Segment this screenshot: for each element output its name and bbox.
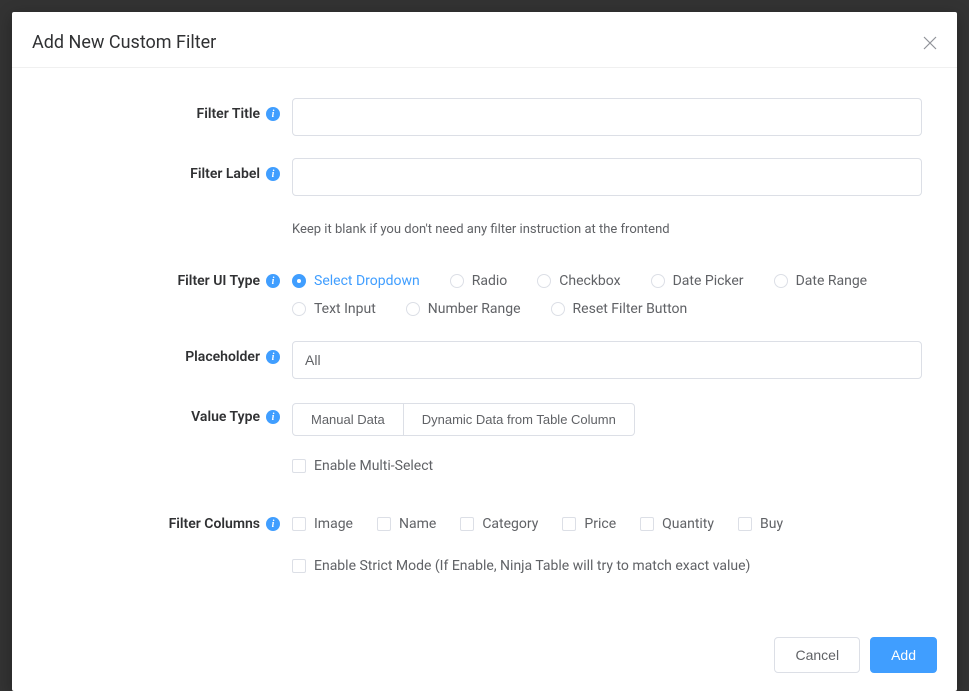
modal-header: Add New Custom Filter — [12, 12, 957, 68]
value-type-manual-button[interactable]: Manual Data — [292, 403, 404, 436]
filter-title-input[interactable] — [292, 98, 922, 136]
info-icon[interactable]: i — [266, 410, 280, 424]
radio-circle-icon — [651, 274, 665, 288]
checkbox-icon — [377, 517, 391, 531]
radio-circle-icon — [537, 274, 551, 288]
close-icon[interactable] — [923, 36, 937, 50]
checkbox-icon — [738, 517, 752, 531]
radio-radio[interactable]: Radio — [450, 273, 508, 289]
cancel-button[interactable]: Cancel — [774, 637, 860, 673]
label-value-type: Value Type i — [47, 401, 292, 425]
radio-circle-icon — [292, 302, 306, 316]
column-name-checkbox[interactable]: Name — [377, 516, 436, 532]
label-filter-columns: Filter Columns i — [47, 508, 292, 532]
column-image-checkbox[interactable]: Image — [292, 516, 353, 532]
radio-select-dropdown[interactable]: Select Dropdown — [292, 273, 420, 289]
add-button[interactable]: Add — [870, 637, 937, 673]
checkbox-icon — [640, 517, 654, 531]
row-placeholder: Placeholder i — [47, 341, 922, 379]
info-icon[interactable]: i — [266, 274, 280, 288]
info-icon[interactable]: i — [266, 350, 280, 364]
radio-reset-filter[interactable]: Reset Filter Button — [551, 301, 688, 317]
label-ui-type: Filter UI Type i — [47, 265, 292, 289]
column-price-checkbox[interactable]: Price — [562, 516, 616, 532]
filter-label-help: Keep it blank if you don't need any filt… — [292, 222, 922, 237]
filter-columns-group: Image Name Category Price — [292, 508, 922, 532]
radio-circle-icon — [406, 302, 420, 316]
radio-circle-icon — [551, 302, 565, 316]
column-category-checkbox[interactable]: Category — [460, 516, 538, 532]
value-type-button-group: Manual Data Dynamic Data from Table Colu… — [292, 403, 635, 436]
checkbox-icon — [562, 517, 576, 531]
row-filter-columns: Filter Columns i Image Name Category — [47, 508, 922, 532]
radio-circle-icon — [292, 274, 306, 288]
row-filter-label: Filter Label i Keep it blank if you don'… — [47, 158, 922, 237]
modal-add-custom-filter: Add New Custom Filter Filter Title i Fil… — [12, 12, 957, 691]
radio-circle-icon — [774, 274, 788, 288]
column-quantity-checkbox[interactable]: Quantity — [640, 516, 714, 532]
checkbox-icon — [292, 459, 306, 473]
checkbox-icon — [460, 517, 474, 531]
row-strict-mode: Enable Strict Mode (If Enable, Ninja Tab… — [47, 558, 922, 574]
modal-body: Filter Title i Filter Label i Keep it bl… — [12, 68, 957, 621]
radio-number-range[interactable]: Number Range — [406, 301, 521, 317]
row-filter-title: Filter Title i — [47, 98, 922, 136]
checkbox-icon — [292, 559, 306, 573]
filter-label-input[interactable] — [292, 158, 922, 196]
row-ui-type: Filter UI Type i Select Dropdown Radio — [47, 265, 922, 329]
radio-circle-icon — [450, 274, 464, 288]
info-icon[interactable]: i — [266, 167, 280, 181]
radio-checkbox[interactable]: Checkbox — [537, 273, 620, 289]
radio-text-input[interactable]: Text Input — [292, 301, 376, 317]
label-placeholder: Placeholder i — [47, 341, 292, 365]
row-value-type: Value Type i Manual Data Dynamic Data fr… — [47, 401, 922, 436]
radio-date-range[interactable]: Date Range — [774, 273, 868, 289]
info-icon[interactable]: i — [266, 107, 280, 121]
row-multi-select: Enable Multi-Select — [47, 458, 922, 474]
multi-select-checkbox[interactable]: Enable Multi-Select — [292, 458, 922, 474]
ui-type-radio-group: Select Dropdown Radio Checkbox Date Pick… — [292, 265, 922, 329]
checkbox-icon — [292, 517, 306, 531]
modal-title: Add New Custom Filter — [32, 32, 216, 53]
info-icon[interactable]: i — [266, 517, 280, 531]
label-filter-title: Filter Title i — [47, 98, 292, 122]
strict-mode-checkbox[interactable]: Enable Strict Mode (If Enable, Ninja Tab… — [292, 558, 922, 574]
radio-date-picker[interactable]: Date Picker — [651, 273, 744, 289]
label-filter-label: Filter Label i — [47, 158, 292, 182]
value-type-dynamic-button[interactable]: Dynamic Data from Table Column — [404, 403, 635, 436]
placeholder-input[interactable] — [292, 341, 922, 379]
modal-footer: Cancel Add — [12, 621, 957, 691]
column-buy-checkbox[interactable]: Buy — [738, 516, 783, 532]
